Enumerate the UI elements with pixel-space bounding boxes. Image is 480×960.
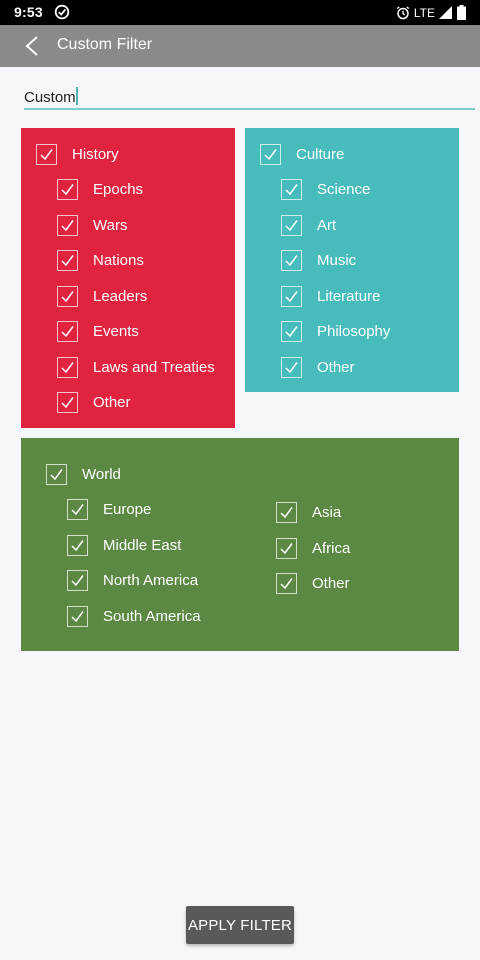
checkbox-checked-icon (36, 143, 57, 165)
do-not-disturb-check-icon (54, 4, 70, 20)
checkbox-label: Other (317, 358, 355, 376)
network-type: LTE (413, 5, 435, 20)
checkbox-checked-icon (281, 249, 302, 271)
history-panel: History Epochs Wars Nations Leaders Even… (21, 128, 235, 428)
world-item-africa[interactable]: Africa (276, 537, 350, 559)
history-item-nations[interactable]: Nations (57, 249, 144, 271)
status-bar: 9:53 LTE (0, 0, 480, 25)
world-item-middle-east[interactable]: Middle East (67, 534, 181, 556)
checkbox-label: Literature (317, 287, 381, 305)
history-label: History (72, 145, 119, 163)
checkbox-label: Philosophy (317, 322, 391, 340)
checkbox-label: Asia (312, 503, 342, 521)
checkbox-checked-icon (57, 391, 78, 413)
checkbox-label: Middle East (103, 536, 182, 554)
status-icons: LTE (396, 4, 466, 21)
checkbox-checked-icon (281, 356, 302, 378)
checkbox-checked-icon (281, 320, 302, 342)
checkbox-checked-icon (67, 569, 88, 591)
checkbox-checked-icon (67, 498, 88, 520)
history-item-laws-and-treaties[interactable]: Laws and Treaties (57, 356, 215, 378)
checkbox-checked-icon (57, 356, 78, 378)
world-item-asia[interactable]: Asia (276, 501, 341, 523)
checkbox-checked-icon (57, 249, 78, 271)
checkbox-checked-icon (46, 463, 67, 485)
checkbox-label: Nations (93, 251, 144, 269)
text-cursor (76, 87, 78, 105)
checkbox-label: Events (93, 322, 139, 340)
status-time: 9:53 (14, 4, 43, 20)
checkbox-checked-icon (57, 320, 78, 342)
checkbox-label: South America (103, 607, 201, 625)
checkbox-checked-icon (57, 285, 78, 307)
history-item-leaders[interactable]: Leaders (57, 285, 147, 307)
world-item-north-america[interactable]: North America (67, 569, 198, 591)
history-item-wars[interactable]: Wars (57, 214, 127, 236)
world-item-south-america[interactable]: South America (67, 605, 201, 627)
checkbox-label: Epochs (93, 180, 144, 198)
culture-item-literature[interactable]: Literature (281, 285, 380, 307)
world-item-other[interactable]: Other (276, 572, 350, 594)
history-item-other[interactable]: Other (57, 391, 131, 413)
signal-icon (439, 5, 452, 19)
culture-panel: Culture Science Art Music Literature Phi… (245, 128, 459, 392)
checkbox-checked-icon (67, 605, 88, 627)
world-panel: World Europe Middle East North America S… (21, 438, 459, 651)
world-label: World (82, 465, 121, 483)
battery-icon (457, 5, 466, 20)
checkbox-label: North America (103, 571, 199, 589)
checkbox-checked-icon (281, 214, 302, 236)
culture-item-other[interactable]: Other (281, 356, 355, 378)
checkbox-label: Europe (103, 500, 152, 518)
checkbox-label: Wars (93, 216, 128, 234)
checkbox-checked-icon (281, 178, 302, 200)
history-item-epochs[interactable]: Epochs (57, 178, 143, 200)
filter-name-input[interactable] (24, 84, 475, 108)
checkbox-checked-icon (260, 143, 281, 165)
back-arrow-icon[interactable] (22, 35, 44, 57)
checkbox-checked-icon (276, 501, 297, 523)
apply-filter-button[interactable]: APPLY FILTER (186, 906, 294, 944)
filter-name-field (24, 84, 475, 110)
checkbox-checked-icon (276, 537, 297, 559)
history-item-events[interactable]: Events (57, 320, 139, 342)
checkbox-checked-icon (67, 534, 88, 556)
checkbox-label: Other (93, 393, 131, 411)
history-checkbox[interactable]: History (36, 143, 119, 165)
checkbox-label: Leaders (93, 287, 148, 305)
world-item-europe[interactable]: Europe (67, 498, 151, 520)
checkbox-label: Science (317, 180, 371, 198)
world-checkbox[interactable]: World (46, 463, 121, 485)
culture-label: Culture (296, 145, 345, 163)
culture-checkbox[interactable]: Culture (260, 143, 344, 165)
checkbox-checked-icon (276, 572, 297, 594)
culture-item-music[interactable]: Music (281, 249, 356, 271)
culture-item-science[interactable]: Science (281, 178, 370, 200)
culture-item-philosophy[interactable]: Philosophy (281, 320, 390, 342)
app-bar: Custom Filter (0, 25, 480, 67)
checkbox-checked-icon (57, 178, 78, 200)
checkbox-label: Music (317, 251, 357, 269)
checkbox-checked-icon (281, 285, 302, 307)
checkbox-checked-icon (57, 214, 78, 236)
checkbox-label: Art (317, 216, 337, 234)
page-title: Custom Filter (57, 36, 153, 53)
culture-item-art[interactable]: Art (281, 214, 336, 236)
checkbox-label: Other (312, 574, 350, 592)
alarm-icon (396, 5, 410, 19)
checkbox-label: Laws and Treaties (93, 358, 215, 376)
checkbox-label: Africa (312, 539, 351, 557)
